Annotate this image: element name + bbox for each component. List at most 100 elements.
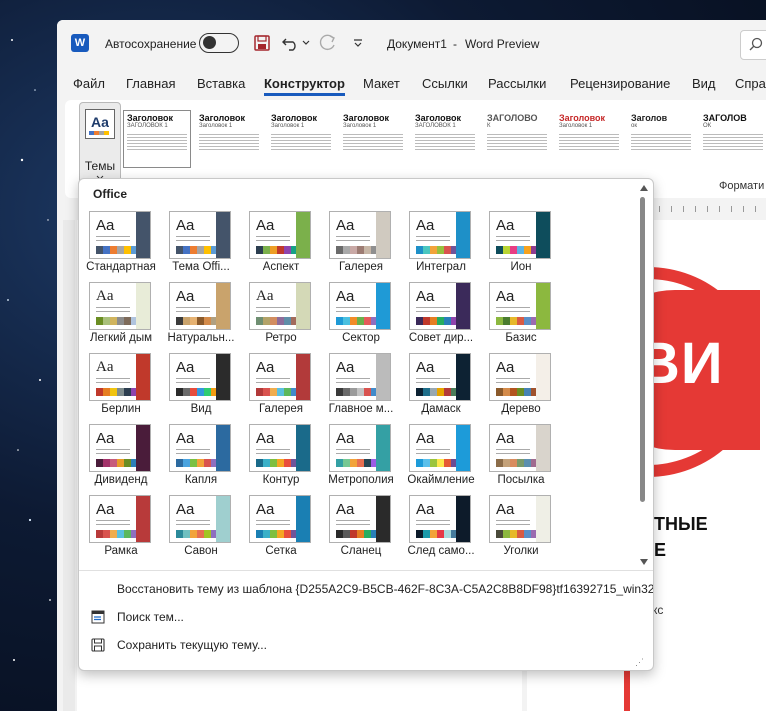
style-set-subtitle: Заголовок 1 (271, 123, 305, 129)
theme-accent-band (216, 496, 230, 542)
themes-scrollbar[interactable] (637, 183, 649, 567)
theme-preview-line (496, 236, 530, 237)
style-set-thumbnail[interactable]: Заголовок Заголовок 1 (555, 110, 623, 168)
theme-preview-line (176, 236, 210, 237)
theme-preview-line (256, 453, 290, 454)
theme-sample-text: Aa (176, 501, 195, 518)
theme-tile[interactable]: Aa Сетка (247, 495, 317, 563)
tab-9[interactable]: Справ (735, 76, 766, 91)
theme-color-swatches (96, 388, 138, 396)
theme-tile[interactable]: Aa Дерево (487, 353, 557, 421)
theme-preview-line (176, 453, 210, 454)
theme-tile[interactable]: Aa Сланец (327, 495, 397, 563)
theme-tile[interactable]: Aa Галерея (247, 353, 317, 421)
theme-sample-text: Aa (416, 359, 435, 376)
theme-preview-line (336, 524, 370, 525)
theme-tile[interactable]: Aa Контур (247, 424, 317, 492)
theme-tile[interactable]: Aa Дамаск (407, 353, 477, 421)
scroll-up-arrow-icon[interactable] (640, 185, 648, 191)
theme-name: След само... (407, 545, 475, 557)
theme-preview: Aa (89, 211, 151, 259)
theme-preview-line (96, 236, 130, 237)
theme-sample-text: Aa (496, 501, 515, 518)
undo-icon[interactable] (282, 35, 300, 51)
style-set-thumbnail[interactable]: Заголовок Заголовок 1 (339, 110, 407, 168)
theme-tile[interactable]: Aa Дивиденд (87, 424, 157, 492)
theme-sample-text: Aa (416, 288, 435, 305)
theme-tile[interactable]: Aa Сектор (327, 282, 397, 350)
theme-tile[interactable]: Aa Базис (487, 282, 557, 350)
theme-sample-text: Aa (176, 430, 195, 447)
theme-preview-line (496, 378, 530, 379)
tab-3[interactable]: Конструктор (264, 76, 345, 96)
theme-color-swatches (256, 530, 298, 538)
style-set-thumbnail[interactable]: Заголовок ЗАГОЛОВОК 1 (411, 110, 479, 168)
style-set-thumbnail[interactable]: Заголовок ЗАГОЛОВОК 1 (123, 110, 191, 168)
theme-tile[interactable]: Aa Метрополия (327, 424, 397, 492)
style-set-thumbnail[interactable]: Заголов ок (627, 110, 695, 168)
style-set-thumbnail[interactable]: Заголовок Заголовок 1 (195, 110, 263, 168)
theme-preview-line (336, 307, 370, 308)
tab-5[interactable]: Ссылки (422, 76, 468, 91)
theme-accent-band (296, 212, 310, 258)
theme-preview: Aa (169, 495, 231, 543)
theme-tile[interactable]: Aa Посылка (487, 424, 557, 492)
theme-tile[interactable]: Aa Савон (167, 495, 237, 563)
theme-sample-text: Aa (416, 501, 435, 518)
theme-preview: Aa (329, 424, 391, 472)
theme-tile[interactable]: Aa Уголки (487, 495, 557, 563)
style-set-title: Заголовок (343, 113, 390, 123)
tab-7[interactable]: Рецензирование (570, 76, 670, 91)
theme-tile[interactable]: Aa Берлин (87, 353, 157, 421)
theme-accent-band (456, 212, 470, 258)
redo-icon[interactable] (319, 34, 337, 52)
style-set-thumbnail[interactable]: Заголовок Заголовок 1 (267, 110, 335, 168)
themes-button[interactable]: Aa Темы (79, 102, 121, 184)
theme-tile[interactable]: Aa Стандартная (86, 211, 157, 279)
theme-tile[interactable]: Aa Легкий дым (87, 282, 157, 350)
theme-sample-text: Aa (176, 217, 195, 234)
theme-color-swatches (416, 317, 458, 325)
document-heading-line2: Е (654, 540, 667, 560)
theme-tile[interactable]: Aa Галерея (327, 211, 397, 279)
browse-themes-label: Поиск тем... (117, 610, 184, 624)
theme-tile[interactable]: Aa Ретро (247, 282, 317, 350)
theme-tile[interactable]: Aa Ион (487, 211, 557, 279)
theme-tile[interactable]: Aa Рамка (87, 495, 157, 563)
style-set-subtitle: ЗАГОЛОВОК 1 (415, 123, 456, 129)
theme-color-swatches (496, 459, 538, 467)
tab-2[interactable]: Вставка (197, 76, 245, 91)
theme-tile[interactable]: Aa Интеграл (407, 211, 477, 279)
autosave-toggle[interactable] (199, 33, 239, 53)
tab-1[interactable]: Главная (126, 76, 175, 91)
theme-tile[interactable]: Aa Капля (167, 424, 237, 492)
scroll-thumb[interactable] (640, 197, 645, 502)
theme-tile[interactable]: Aa Вид (167, 353, 237, 421)
theme-tile[interactable]: Aa Тема Offi... (167, 211, 237, 279)
undo-dropdown-chevron-icon[interactable] (302, 40, 310, 46)
theme-preview-line (416, 311, 450, 312)
theme-color-swatches (256, 388, 298, 396)
resize-grip-icon[interactable]: ⋰ (635, 657, 644, 668)
theme-accent-band (456, 283, 470, 329)
theme-tile[interactable]: Aa Аспект (247, 211, 317, 279)
tab-8[interactable]: Вид (692, 76, 716, 91)
theme-tile[interactable]: Aa Главное м... (327, 353, 397, 421)
theme-tile[interactable]: Aa Совет дир... (407, 282, 477, 350)
theme-tile[interactable]: Aa Натуральн... (167, 282, 237, 350)
theme-tile[interactable]: Aa След само... (407, 495, 477, 563)
theme-tile[interactable]: Aa Окаймление (407, 424, 477, 492)
style-set-thumbnail[interactable]: ЗАГОЛОВОК (483, 110, 551, 168)
search-box[interactable] (740, 30, 766, 60)
save-icon[interactable] (254, 35, 270, 51)
tab-4[interactable]: Макет (363, 76, 400, 91)
scroll-down-arrow-icon[interactable] (640, 559, 648, 565)
style-set-thumbnail[interactable]: ЗАГОЛОВОК (699, 110, 766, 168)
theme-color-swatches (176, 317, 218, 325)
tab-0[interactable]: Файл (73, 76, 105, 91)
theme-preview-line (336, 449, 370, 450)
tab-6[interactable]: Рассылки (488, 76, 546, 91)
customize-toolbar-icon[interactable] (353, 39, 363, 47)
theme-name: Галерея (258, 403, 304, 415)
browse-icon (91, 610, 105, 624)
